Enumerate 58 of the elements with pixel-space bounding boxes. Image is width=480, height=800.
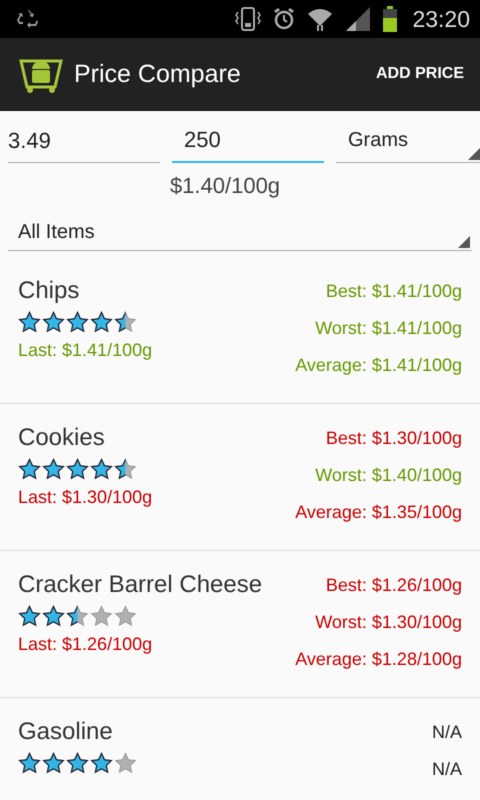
price-stat: Average: $1.35/100g <box>295 502 462 523</box>
dropdown-corner-icon <box>458 236 470 248</box>
filter-dropdown[interactable]: All Items <box>8 215 472 251</box>
vibrate-icon <box>234 6 262 32</box>
item-name: Gasoline <box>18 718 114 746</box>
last-price: Last: $1.26/100g <box>18 634 154 655</box>
star-icon <box>66 458 89 481</box>
alarm-icon <box>272 6 296 32</box>
star-icon <box>66 752 89 775</box>
star-icon <box>42 752 65 775</box>
star-icon <box>90 311 113 334</box>
price-stat: Average: $1.41/100g <box>295 355 462 376</box>
star-icon <box>42 458 65 481</box>
star-icon <box>90 458 113 481</box>
star-icon <box>18 311 41 334</box>
price-stat: Worst: $1.41/100g <box>315 318 462 339</box>
wifi-icon <box>306 6 334 32</box>
star-icon <box>42 311 65 334</box>
star-icon <box>42 605 65 628</box>
price-stat: N/A <box>432 722 462 743</box>
app-title: Price Compare <box>74 60 242 88</box>
dropdown-corner-icon <box>468 148 480 160</box>
item-name: Chips <box>18 277 80 305</box>
star-icon <box>114 458 137 481</box>
price-stat: Average: $1.28/100g <box>295 649 462 670</box>
input-field[interactable]: 250 <box>172 121 324 163</box>
price-stat: Best: $1.30/100g <box>326 428 462 449</box>
item-name: Cracker Barrel Cheese <box>18 571 262 599</box>
star-icon <box>18 605 41 628</box>
unit-dropdown[interactable]: Grams <box>336 121 480 163</box>
unit-rate: $1.40/100g <box>170 173 280 199</box>
star-icon <box>90 605 113 628</box>
item-row[interactable]: Gasoline N/A N/A <box>0 698 480 800</box>
item-row[interactable]: Cracker Barrel Cheese Last: $1.26/100g Best: $1.26/100g Worst: $1.30/100g Average: $1.28/100g <box>0 551 480 698</box>
star-icon <box>18 752 41 775</box>
battery-icon <box>382 6 398 32</box>
item-name: Cookies <box>18 424 106 452</box>
price-stat: Worst: $1.30/100g <box>315 612 462 633</box>
star-icon <box>66 605 89 628</box>
price-stat: N/A <box>432 759 462 780</box>
recycle-icon <box>16 8 40 30</box>
signal-icon <box>344 6 372 32</box>
item-row[interactable]: Chips Last: $1.41/100g Best: $1.41/100g Worst: $1.41/100g Average: $1.41/100g <box>0 257 480 404</box>
last-price: Last: $1.30/100g <box>18 487 152 508</box>
star-icon <box>114 752 137 775</box>
star-icon <box>114 605 137 628</box>
price-stat: Best: $1.41/100g <box>326 281 462 302</box>
star-icon <box>90 752 113 775</box>
add-price-button[interactable]: ADD PRICE <box>372 57 468 91</box>
star-icon <box>114 311 137 334</box>
price-stat: Worst: $1.40/100g <box>315 465 462 486</box>
last-price: Last: $1.41/100g <box>18 340 152 361</box>
status-time: 23:20 <box>412 6 470 32</box>
item-row[interactable]: Cookies Last: $1.30/100g Best: $1.30/100g Worst: $1.40/100g Average: $1.35/100g <box>0 404 480 551</box>
star-icon <box>18 458 41 481</box>
input-field[interactable]: 3.49 <box>8 121 160 163</box>
price-stat: Best: $1.26/100g <box>326 575 462 596</box>
star-icon <box>66 311 89 334</box>
